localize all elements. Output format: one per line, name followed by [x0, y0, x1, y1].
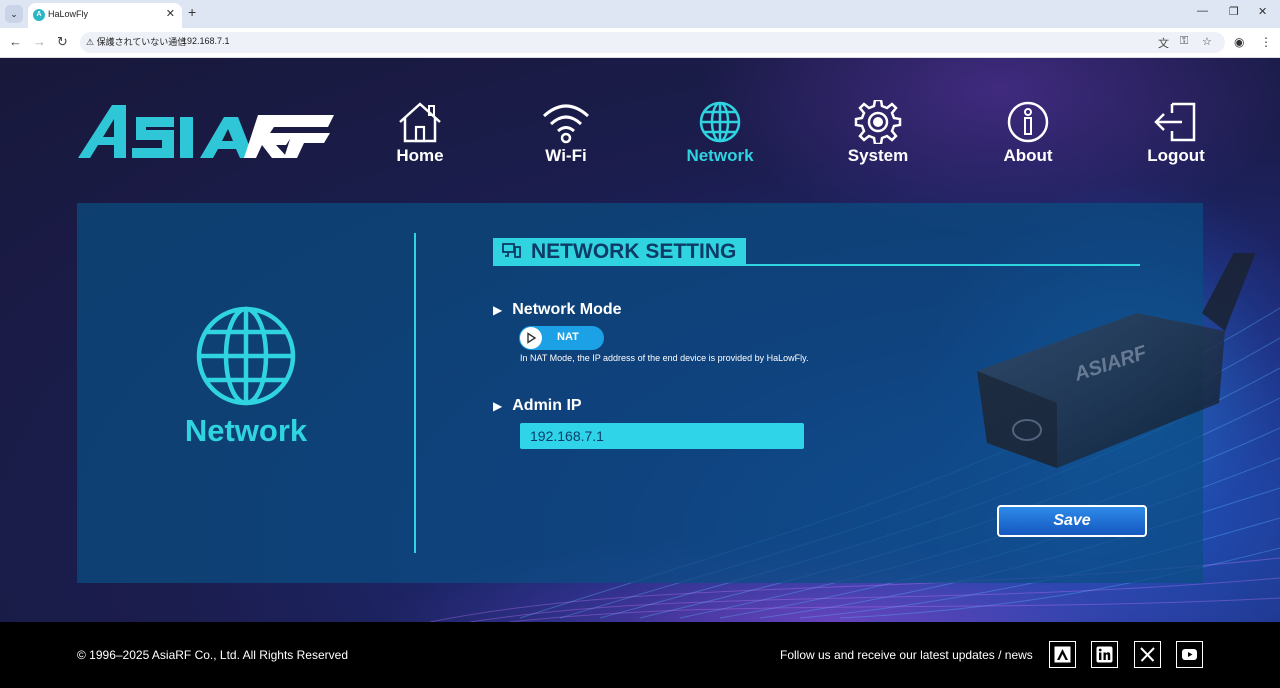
minimize-icon[interactable]: — [1197, 5, 1208, 17]
network-panel: ASIARF Network NETWORK SETTING ▶ Network… [77, 203, 1256, 583]
linkedin-link[interactable] [1091, 641, 1118, 668]
tab-title: HaLowFly [48, 9, 89, 19]
save-button[interactable]: Save [997, 505, 1147, 537]
x-twitter-link[interactable] [1134, 641, 1161, 668]
globe-icon [699, 101, 741, 143]
tab-search-icon[interactable]: ⌄ [5, 5, 23, 23]
address-bar: ← → ↻ ⚠ 保護されていない通信 192.168.7.1 文 ⚿ ☆ ◉ ⋮ [0, 28, 1280, 58]
section-header: NETWORK SETTING [493, 238, 747, 265]
security-chip[interactable]: ⚠ 保護されていない通信 [84, 34, 192, 51]
asiarf-logo[interactable] [78, 105, 334, 159]
tab-close-icon[interactable]: ✕ [166, 7, 175, 20]
browser-tabbar: ⌄ A HaLowFly ✕ + — ❐ ✕ [0, 0, 1280, 28]
asiarf-social-link[interactable] [1049, 641, 1076, 668]
wifi-icon [542, 104, 590, 144]
back-icon[interactable]: ← [9, 34, 22, 49]
nav-network-label: Network [686, 146, 754, 165]
follow-text: Follow us and receive our latest updates… [780, 648, 1033, 662]
admin-ip-input[interactable] [520, 423, 804, 449]
copyright-text: © 1996–2025 AsiaRF Co., Ltd. All Rights … [77, 648, 348, 662]
close-window-icon[interactable]: ✕ [1258, 5, 1267, 18]
network-mode-hint: In NAT Mode, the IP address of the end d… [520, 353, 809, 363]
section-title: NETWORK SETTING [531, 240, 737, 263]
profile-icon[interactable]: ◉ [1234, 35, 1244, 49]
bookmark-star-icon[interactable]: ☆ [1202, 35, 1212, 48]
forward-icon[interactable]: → [33, 34, 46, 49]
url-text[interactable]: 192.168.7.1 [182, 36, 230, 46]
play-icon [527, 332, 537, 344]
section-underline [493, 264, 1140, 266]
asiarf-logo-icon [1054, 646, 1071, 663]
favicon-icon: A [33, 9, 45, 21]
gear-icon [854, 100, 902, 144]
network-globe-icon [196, 306, 296, 406]
triangle-bullet-icon: ▶ [493, 399, 503, 413]
maximize-icon[interactable]: ❐ [1229, 5, 1239, 18]
network-mode-toggle[interactable]: NAT [519, 326, 604, 350]
more-menu-icon[interactable]: ⋮ [1260, 35, 1272, 49]
panel-divider [414, 233, 416, 553]
page-background: Home Wi-Fi Network System About Logout A… [0, 58, 1280, 622]
home-icon [399, 102, 441, 143]
admin-ip-label-text: Admin IP [512, 397, 582, 414]
nav-wifi[interactable]: Wi-Fi [516, 100, 616, 170]
nav-network[interactable]: Network [670, 100, 770, 170]
omnibox[interactable]: ⚠ 保護されていない通信 192.168.7.1 文 ⚿ ☆ [80, 32, 1225, 53]
reload-icon[interactable]: ↻ [57, 34, 68, 50]
panel-left-title: Network [184, 413, 308, 448]
network-setting-icon [502, 243, 521, 258]
browser-tab[interactable]: A HaLowFly ✕ [28, 3, 182, 28]
nav-home-label: Home [396, 146, 444, 165]
triangle-bullet-icon: ▶ [493, 303, 503, 317]
nav-home[interactable]: Home [370, 100, 470, 170]
nav-logout-label: Logout [1147, 146, 1205, 165]
network-mode-label-text: Network Mode [512, 301, 622, 318]
nav-logout[interactable]: Logout [1126, 100, 1226, 170]
key-icon[interactable]: ⚿ [1180, 35, 1188, 48]
nav-wifi-label: Wi-Fi [545, 146, 587, 165]
nav-about[interactable]: About [978, 100, 1078, 170]
nav-about-label: About [1003, 146, 1053, 165]
toggle-knob [520, 327, 542, 349]
nav-system-label: System [847, 146, 909, 165]
footer: © 1996–2025 AsiaRF Co., Ltd. All Rights … [0, 622, 1280, 688]
linkedin-icon [1096, 646, 1113, 663]
info-icon [1007, 101, 1049, 143]
network-mode-value: NAT [557, 331, 579, 343]
youtube-icon [1182, 649, 1197, 660]
youtube-link[interactable] [1176, 641, 1203, 668]
x-icon [1140, 647, 1155, 662]
network-mode-label: ▶ Network Mode [493, 301, 622, 319]
security-label: 保護されていない通信 [96, 37, 187, 47]
nav-system[interactable]: System [828, 100, 928, 170]
translate-icon[interactable]: 文 [1158, 35, 1169, 51]
logout-icon [1154, 102, 1196, 142]
new-tab-icon[interactable]: + [188, 4, 196, 20]
admin-ip-label: ▶ Admin IP [493, 397, 582, 415]
